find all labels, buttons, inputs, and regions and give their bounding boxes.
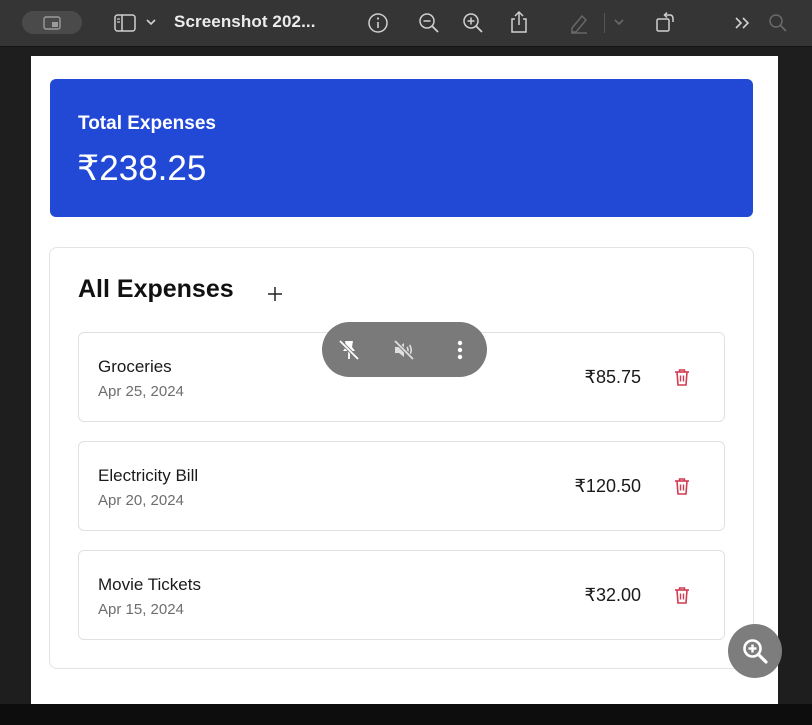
sidebar-menu-button[interactable] — [144, 15, 158, 29]
expenses-list-card: All Expenses Groceries Apr 25, 2024 ₹85.… — [49, 247, 754, 669]
expense-item[interactable]: Electricity Bill Apr 20, 2024 ₹120.50 — [78, 441, 725, 531]
document-page: Total Expenses ₹238.25 All Expenses Groc… — [31, 56, 778, 705]
more-options-button[interactable] — [447, 337, 473, 363]
add-expense-button[interactable] — [264, 283, 286, 305]
more-tools-button[interactable] — [731, 12, 755, 34]
unpin-button[interactable] — [336, 337, 362, 363]
expense-name: Groceries — [98, 357, 172, 376]
total-expenses-amount: ₹238.25 — [77, 149, 207, 188]
markup-pen-icon — [571, 14, 587, 34]
toolbar-divider — [604, 13, 605, 33]
zoom-out-icon — [419, 13, 439, 33]
markup-menu-button[interactable] — [612, 15, 626, 29]
expense-name: Movie Tickets — [98, 575, 201, 594]
expense-date: Apr 15, 2024 — [98, 601, 184, 618]
expense-date: Apr 25, 2024 — [98, 383, 184, 400]
floating-media-controls — [322, 322, 487, 377]
rotate-icon — [656, 11, 674, 32]
search-button[interactable] — [766, 11, 790, 35]
expense-item[interactable]: Movie Tickets Apr 15, 2024 ₹32.00 — [78, 550, 725, 640]
total-expenses-label: Total Expenses — [78, 113, 216, 134]
viewer-toolbar: Screenshot 202... — [0, 0, 812, 47]
share-button[interactable] — [507, 9, 531, 35]
more-vertical-icon — [457, 340, 463, 360]
mute-icon — [393, 339, 415, 361]
delete-expense-button[interactable] — [672, 585, 694, 607]
total-expenses-card: Total Expenses ₹238.25 — [50, 79, 753, 217]
rotate-button[interactable] — [653, 10, 677, 34]
info-button[interactable] — [366, 11, 390, 35]
share-icon — [511, 10, 527, 33]
sidebar-toggle-button[interactable] — [113, 12, 137, 34]
expense-amount: ₹32.00 — [584, 585, 642, 605]
trash-icon — [675, 478, 689, 495]
info-icon — [368, 13, 388, 33]
delete-expense-button[interactable] — [672, 476, 694, 498]
plus-icon — [268, 287, 282, 301]
more-chevrons-icon — [735, 17, 750, 29]
window-mode-button[interactable] — [22, 11, 82, 34]
chevron-down-icon — [614, 19, 624, 26]
unpin-icon — [338, 339, 360, 361]
sidebar-toggle-icon — [114, 14, 136, 32]
zoom-out-button[interactable] — [417, 11, 441, 35]
expense-amount: ₹85.75 — [584, 367, 642, 387]
zoom-in-fab[interactable] — [728, 624, 782, 678]
chevron-down-icon — [146, 19, 156, 26]
document-title: Screenshot 202... — [174, 12, 316, 31]
zoom-in-button[interactable] — [461, 11, 485, 35]
zoom-in-icon — [743, 639, 768, 664]
expense-name: Electricity Bill — [98, 466, 199, 485]
zoom-in-icon — [463, 13, 483, 33]
delete-expense-button[interactable] — [672, 367, 694, 389]
search-icon — [769, 14, 787, 32]
trash-icon — [675, 587, 689, 604]
trash-icon — [675, 369, 689, 386]
list-title: All Expenses — [78, 275, 234, 303]
mute-button[interactable] — [391, 337, 417, 363]
expense-date: Apr 20, 2024 — [98, 492, 184, 509]
markup-button[interactable] — [567, 11, 591, 35]
expense-amount: ₹120.50 — [574, 476, 641, 496]
window-bottom-edge — [0, 704, 812, 725]
window-icon — [43, 15, 61, 30]
